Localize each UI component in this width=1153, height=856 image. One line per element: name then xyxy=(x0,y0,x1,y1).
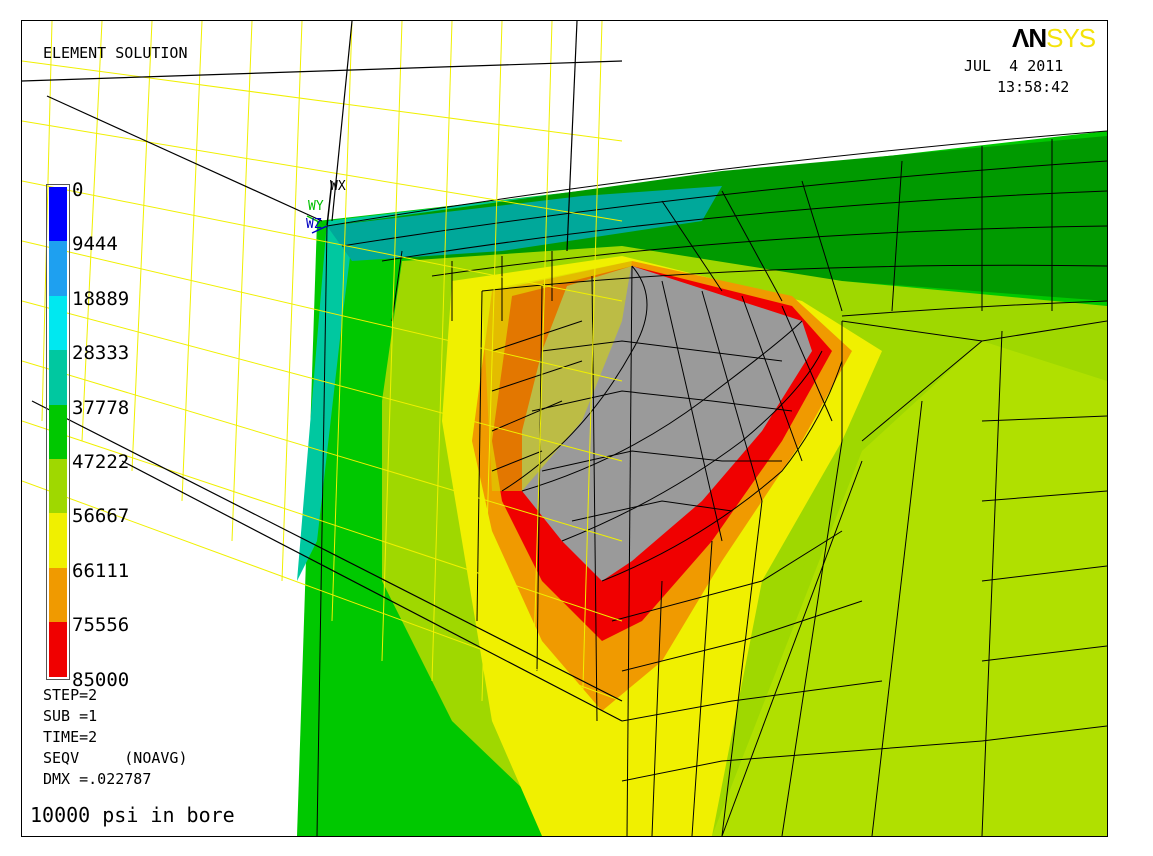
graphics-window[interactable]: ELEMENT SOLUTION ΛNSYS JUL 4 2011 13:58:… xyxy=(21,20,1108,837)
legend-label: 18889 xyxy=(72,287,130,310)
info-seqv: SEQV (NOAVG) xyxy=(43,749,188,767)
legend-swatch xyxy=(49,241,67,296)
legend-label: 28333 xyxy=(72,342,130,365)
legend-swatch xyxy=(49,622,67,677)
contour-legend-bar xyxy=(46,184,70,680)
info-sub: SUB =1 xyxy=(43,707,98,725)
legend-label: 9444 xyxy=(72,233,118,256)
triad-y-label: WY xyxy=(308,199,324,214)
legend-swatch xyxy=(49,513,67,568)
legend-label: 66111 xyxy=(72,559,130,582)
legend-swatch xyxy=(49,404,67,459)
plot-caption: 10000 psi in bore xyxy=(30,803,235,827)
info-time: TIME=2 xyxy=(43,728,98,746)
legend-label: 0 xyxy=(72,179,84,201)
legend-label: 56667 xyxy=(72,505,130,528)
triad-z-label: WZ xyxy=(306,217,322,232)
logo-accent: SYS xyxy=(1046,23,1096,53)
contour-plot[interactable] xyxy=(22,21,1107,836)
legend-swatch xyxy=(49,295,67,351)
legend-swatch xyxy=(49,567,67,623)
triad-x-label: WX xyxy=(330,179,346,194)
legend-swatch xyxy=(49,187,67,242)
legend-label: 75556 xyxy=(72,614,130,637)
plot-title: ELEMENT SOLUTION xyxy=(43,44,188,62)
legend-swatch xyxy=(49,350,67,405)
plot-date: JUL 4 2011 xyxy=(964,57,1064,75)
ansys-logo: ΛNSYS xyxy=(1012,23,1096,54)
legend-swatch xyxy=(49,459,67,514)
info-dmx: DMX =.022787 xyxy=(43,770,152,788)
info-step: STEP=2 xyxy=(43,686,98,704)
logo-main: ΛN xyxy=(1012,23,1047,53)
plot-time: 13:58:42 xyxy=(997,78,1070,96)
legend-label: 47222 xyxy=(72,451,130,473)
legend-label: 37778 xyxy=(72,396,130,419)
